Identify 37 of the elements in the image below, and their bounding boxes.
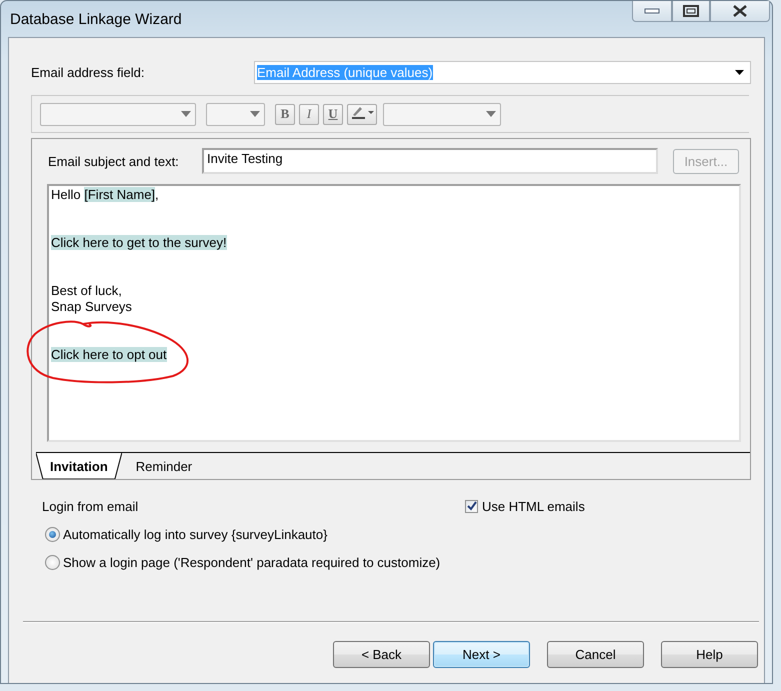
minimize-icon <box>644 8 660 14</box>
underline-button[interactable]: U <box>323 104 343 124</box>
body-text-line: Snap Surveys <box>51 299 132 315</box>
tab[interactable]: Reminder <box>122 453 206 479</box>
subject-label: Email subject and text: <box>48 154 180 168</box>
dropdown-arrow-icon <box>181 111 191 117</box>
window-title: Database Linkage Wizard <box>10 11 182 28</box>
dropdown-arrow-icon <box>250 111 260 117</box>
radio-label: Show a login page ('Respondent' paradata required to customize) <box>63 554 440 570</box>
bold-button[interactable]: B <box>275 104 295 124</box>
maximize-icon <box>683 5 699 17</box>
subject-field[interactable]: Invite Testing <box>202 148 658 174</box>
field-label: Email address field: <box>31 64 146 80</box>
tab[interactable]: Invitation <box>36 453 122 479</box>
help-button[interactable]: Help <box>661 641 758 668</box>
next-button[interactable]: Next > <box>433 641 530 668</box>
back-button[interactable]: < Back <box>333 641 430 668</box>
checkbox-label: Use HTML emails <box>482 498 585 514</box>
dropdown-arrow-icon <box>486 111 496 117</box>
radio-button[interactable] <box>45 526 60 542</box>
radio-label: Automatically log into survey {surveyLinkauto} <box>63 526 328 542</box>
maximize-button[interactable] <box>672 1 710 22</box>
font-size-dropdown[interactable] <box>206 102 265 126</box>
cancel-button[interactable]: Cancel <box>547 641 644 668</box>
dropdown-arrow-icon <box>735 70 744 74</box>
body-text-line: Best of luck, <box>51 283 122 299</box>
checkbox[interactable] <box>465 500 478 512</box>
italic-button[interactable]: I <box>299 104 319 124</box>
highlight-color-button[interactable] <box>347 104 377 124</box>
email-body-editor[interactable]: Hello [First Name], Click here to get to the survey! Best of luck, Snap Surveys Click here to opt out <box>47 184 741 442</box>
minimize-button[interactable] <box>632 1 672 22</box>
selected-value: Email Address (unique values) <box>257 64 433 80</box>
radio-button[interactable] <box>45 554 60 570</box>
close-icon <box>732 5 748 17</box>
section-label: Login from email <box>42 498 140 514</box>
body-text-line: Hello [First Name], <box>51 187 159 203</box>
close-button[interactable] <box>710 1 770 22</box>
